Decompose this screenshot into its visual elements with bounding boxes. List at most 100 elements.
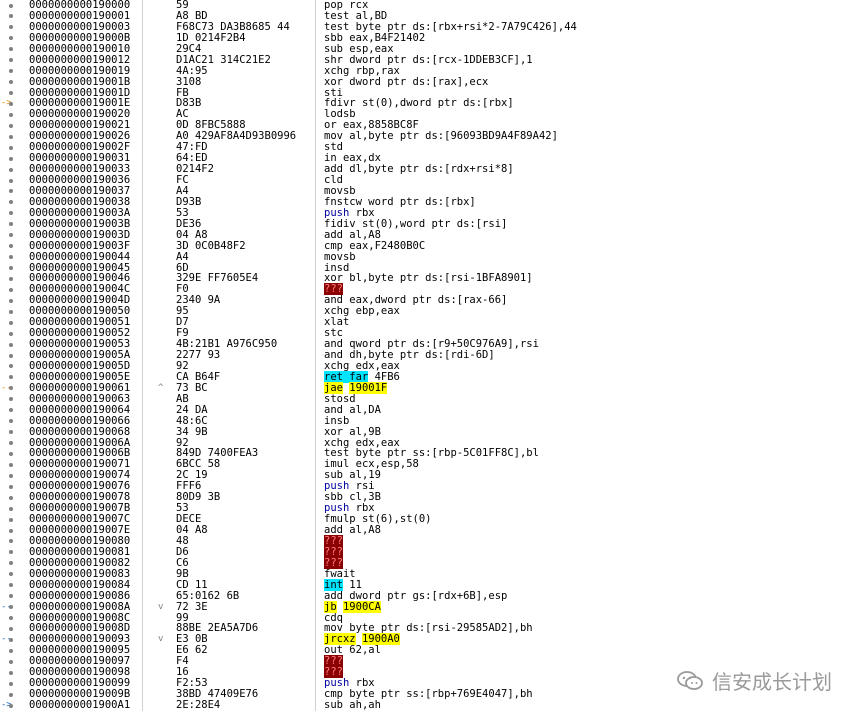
bytes-cell[interactable]: C6 bbox=[176, 557, 316, 569]
bytes-cell[interactable]: 73 BC bbox=[176, 382, 316, 394]
breakpoint-dot-icon[interactable] bbox=[0, 44, 26, 55]
address-cell[interactable]: 0000000000190019 bbox=[26, 65, 143, 77]
instruction-cell[interactable]: shr dword ptr ds:[rcx-1DDEB3CF],1 bbox=[324, 54, 860, 66]
bytes-cell[interactable]: 65:0162 6B bbox=[176, 590, 316, 602]
breakpoint-dot-icon[interactable] bbox=[0, 558, 26, 569]
disasm-row[interactable]: 0000000000190068 34 9B xor al,9B bbox=[0, 426, 860, 438]
bytes-cell[interactable]: 3108 bbox=[176, 76, 316, 88]
breakpoint-dot-icon[interactable] bbox=[0, 503, 26, 514]
breakpoint-dot-icon[interactable] bbox=[0, 405, 26, 416]
instruction-cell[interactable]: xor al,9B bbox=[324, 426, 860, 438]
bytes-cell[interactable]: 329E FF7605E4 bbox=[176, 273, 316, 285]
breakpoint-dot-icon[interactable] bbox=[0, 339, 26, 350]
breakpoint-dot-icon[interactable] bbox=[0, 569, 26, 580]
breakpoint-dot-icon[interactable] bbox=[0, 186, 26, 197]
bytes-cell[interactable]: 80D9 3B bbox=[176, 492, 316, 504]
breakpoint-dot-icon[interactable] bbox=[0, 0, 26, 11]
bytes-cell[interactable]: F4 bbox=[176, 656, 316, 668]
breakpoint-dot-icon[interactable] bbox=[0, 109, 26, 120]
instruction-cell[interactable]: ??? bbox=[324, 545, 860, 558]
bytes-cell[interactable]: 48:6C bbox=[176, 415, 316, 427]
bytes-cell[interactable]: 24 DA bbox=[176, 404, 316, 416]
instruction-cell[interactable]: xchg edx,eax bbox=[324, 360, 860, 372]
bytes-cell[interactable]: 48 bbox=[176, 535, 316, 547]
address-cell[interactable]: 0000000000190064 bbox=[26, 404, 143, 416]
instruction-cell[interactable]: xchg ebp,eax bbox=[324, 306, 860, 317]
disasm-row[interactable]: 0000000000190086 65:0162 6B add dword ptr … bbox=[0, 590, 860, 602]
instruction-cell[interactable]: sbb eax,B4F21402 bbox=[324, 32, 860, 44]
breakpoint-dot-icon[interactable] bbox=[0, 525, 26, 536]
breakpoint-dot-icon[interactable] bbox=[0, 11, 26, 22]
instruction-cell[interactable]: sbb cl,3B bbox=[324, 492, 860, 503]
breakpoint-dot-icon[interactable] bbox=[0, 470, 26, 481]
instruction-cell[interactable]: movsb bbox=[324, 251, 860, 263]
bytes-cell[interactable]: D93B bbox=[176, 196, 316, 208]
instruction-cell[interactable]: jrcxz 1900A0 bbox=[324, 633, 860, 646]
address-cell[interactable]: 000000000019008A bbox=[26, 601, 143, 613]
instruction-cell[interactable]: add dl,byte ptr ds:[rdx+rsi*8] bbox=[324, 164, 860, 175]
breakpoint-dot-icon[interactable] bbox=[0, 514, 26, 525]
instruction-cell[interactable]: add dword ptr gs:[rdx+6B],esp bbox=[324, 590, 860, 602]
breakpoint-dot-icon[interactable] bbox=[0, 591, 26, 602]
disasm-row[interactable]: 0000000000190064 24 DA and al,DA bbox=[0, 404, 860, 416]
breakpoint-dot-icon[interactable] bbox=[0, 623, 26, 634]
disasm-row[interactable]: -> 00000000001900A1 2E:28E4 sub ah,ah bbox=[0, 700, 860, 711]
instruction-cell[interactable]: fmulp st(6),st(0) bbox=[324, 514, 860, 525]
bytes-cell[interactable]: D83B bbox=[176, 98, 316, 110]
instruction-cell[interactable]: mov byte ptr ds:[rsi-29585AD2],bh bbox=[324, 623, 860, 634]
instruction-cell[interactable]: cld bbox=[324, 175, 860, 186]
bytes-cell[interactable]: CD 11 bbox=[176, 579, 316, 591]
bytes-cell[interactable]: 0214F2 bbox=[176, 164, 316, 175]
breakpoint-dot-icon[interactable] bbox=[0, 273, 26, 284]
breakpoint-dot-icon[interactable] bbox=[0, 645, 26, 656]
bytes-cell[interactable]: 04 A8 bbox=[176, 229, 316, 241]
address-cell[interactable]: 0000000000190068 bbox=[26, 426, 143, 438]
instruction-cell[interactable]: and al,DA bbox=[324, 404, 860, 416]
instruction-cell[interactable]: xor dword ptr ds:[rax],ecx bbox=[324, 76, 860, 88]
breakpoint-dot-icon[interactable] bbox=[0, 427, 26, 438]
breakpoint-dot-icon[interactable] bbox=[0, 613, 26, 624]
breakpoint-dot-icon[interactable] bbox=[0, 22, 26, 33]
breakpoint-dot-icon[interactable] bbox=[0, 33, 26, 44]
breakpoint-dot-icon[interactable] bbox=[0, 208, 26, 219]
instruction-cell[interactable]: std bbox=[324, 142, 860, 153]
instruction-cell[interactable]: fnstcw word ptr ds:[rbx] bbox=[324, 196, 860, 208]
breakpoint-dot-icon[interactable] bbox=[0, 164, 26, 175]
breakpoint-dot-icon[interactable] bbox=[0, 153, 26, 164]
disasm-row[interactable]: 0000000000190066 48:6C insb bbox=[0, 415, 860, 427]
bytes-cell[interactable]: 2277 93 bbox=[176, 350, 316, 361]
instruction-cell[interactable]: ret far 4FB6 bbox=[324, 370, 860, 383]
instruction-cell[interactable]: and dh,byte ptr ds:[rdi-6D] bbox=[324, 350, 860, 361]
breakpoint-dot-icon[interactable] bbox=[0, 438, 26, 449]
instruction-cell[interactable]: out 62,al bbox=[324, 645, 860, 656]
disassembly-view[interactable]: 0000000000190000 59 pop rcx 000000000019000… bbox=[0, 0, 860, 719]
bytes-cell[interactable]: D1AC21 314C21E2 bbox=[176, 54, 316, 66]
instruction-cell[interactable]: imul ecx,esp,58 bbox=[324, 459, 860, 470]
breakpoint-dot-icon[interactable] bbox=[0, 142, 26, 153]
address-cell[interactable]: 000000000019003F bbox=[26, 240, 143, 252]
instruction-cell[interactable]: stosd bbox=[324, 393, 860, 405]
bytes-cell[interactable]: D7 bbox=[176, 317, 316, 329]
breakpoint-dot-icon[interactable] bbox=[0, 306, 26, 317]
bytes-cell[interactable]: 34 9B bbox=[176, 426, 316, 438]
address-cell[interactable]: 0000000000190086 bbox=[26, 590, 143, 602]
instruction-cell[interactable]: fwait bbox=[324, 568, 860, 580]
instruction-cell[interactable]: jae 19001F bbox=[324, 381, 860, 394]
branch-arrow-icon[interactable]: -> bbox=[0, 700, 26, 711]
bytes-cell[interactable]: 95 bbox=[176, 306, 316, 318]
instruction-cell[interactable]: insb bbox=[324, 415, 860, 427]
branch-arrow-icon[interactable]: -> bbox=[0, 98, 26, 109]
breakpoint-dot-icon[interactable] bbox=[0, 350, 26, 361]
breakpoint-dot-icon[interactable] bbox=[0, 448, 26, 459]
bytes-cell[interactable]: 3D 0C0B48F2 bbox=[176, 240, 316, 252]
disasm-row[interactable]: 000000000019003F 3D 0C0B48F2 cmp eax,F2480… bbox=[0, 240, 860, 252]
breakpoint-dot-icon[interactable] bbox=[0, 536, 26, 547]
address-cell[interactable]: 000000000019001B bbox=[26, 76, 143, 88]
address-cell[interactable]: 0000000000190044 bbox=[26, 251, 143, 263]
breakpoint-dot-icon[interactable] bbox=[0, 547, 26, 558]
breakpoint-dot-icon[interactable] bbox=[0, 372, 26, 383]
instruction-cell[interactable]: push rsi bbox=[324, 481, 860, 492]
instruction-cell[interactable]: fidiv st(0),word ptr ds:[rsi] bbox=[324, 218, 860, 230]
instruction-cell[interactable]: ??? bbox=[324, 556, 860, 569]
bytes-cell[interactable]: 2E:28E4 bbox=[176, 700, 316, 711]
